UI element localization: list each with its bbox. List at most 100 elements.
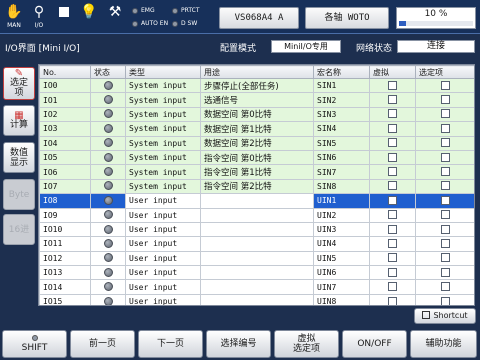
checkbox[interactable] (388, 138, 397, 148)
on-off-button[interactable]: ON/OFF (342, 330, 407, 358)
io-table[interactable]: No. 状态 类型 用途 宏名称 虚拟 选定项 IO0 System input 步… (38, 64, 475, 306)
shortcut-button[interactable]: Shortcut (414, 308, 476, 324)
calculate-button[interactable]: ▦ 计算 (3, 105, 35, 136)
cell-virtual[interactable] (369, 149, 416, 166)
select-item-button[interactable]: ✎ 选定 项 (3, 67, 35, 100)
aux-function-button[interactable]: 辅助功能 (410, 330, 477, 358)
checkbox[interactable] (441, 195, 450, 205)
checkbox[interactable] (441, 267, 450, 277)
cell-virtual[interactable] (369, 250, 416, 267)
cell-virtual[interactable] (369, 207, 416, 223)
checkbox[interactable] (441, 167, 450, 177)
cell-selected[interactable] (415, 293, 474, 305)
table-row[interactable]: IO1 System input 选通信号 SIN2 (39, 92, 474, 108)
table-row[interactable]: IO8 User input UIN1 (39, 193, 474, 209)
cell-selected[interactable] (415, 121, 474, 137)
table-row[interactable]: IO12 User input UIN5 (39, 250, 474, 267)
cell-virtual[interactable] (369, 121, 416, 137)
checkbox[interactable] (388, 95, 397, 105)
checkbox[interactable] (388, 253, 397, 263)
checkbox[interactable] (441, 123, 450, 133)
header-virtual[interactable]: 虚拟 (369, 65, 416, 79)
header-selected[interactable]: 选定项 (415, 65, 474, 79)
table-row[interactable]: IO0 System input 步骤停止(全部任务) SIN1 (39, 77, 474, 94)
cell-virtual[interactable] (369, 135, 416, 151)
shift-button[interactable]: SHIFT (2, 330, 67, 358)
checkbox[interactable] (388, 238, 397, 248)
cell-selected[interactable] (415, 221, 474, 238)
table-row[interactable]: IO15 User input UIN8 (39, 293, 474, 305)
checkbox[interactable] (388, 267, 397, 277)
cell-selected[interactable] (415, 265, 474, 281)
checkbox[interactable] (388, 210, 397, 220)
checkbox[interactable] (441, 210, 450, 220)
checkbox[interactable] (388, 181, 397, 191)
header-type[interactable]: 类型 (125, 65, 201, 79)
cell-selected[interactable] (415, 207, 474, 223)
byte-button[interactable]: Byte (3, 179, 35, 210)
cell-selected[interactable] (415, 250, 474, 267)
checkbox[interactable] (388, 109, 397, 119)
cell-virtual[interactable] (369, 293, 416, 305)
cell-selected[interactable] (415, 164, 474, 180)
cell-selected[interactable] (415, 279, 474, 295)
hex-button[interactable]: 16进 (3, 214, 35, 245)
checkbox[interactable] (441, 80, 450, 90)
cell-selected[interactable] (415, 77, 474, 94)
table-row[interactable]: IO3 System input 数据空间 第1比特 SIN4 (39, 121, 474, 137)
header-macro[interactable]: 宏名称 (313, 65, 370, 79)
table-row[interactable]: IO11 User input UIN4 (39, 236, 474, 252)
checkbox[interactable] (441, 238, 450, 248)
cell-virtual[interactable] (369, 106, 416, 123)
table-row[interactable]: IO13 User input UIN6 (39, 265, 474, 281)
cell-selected[interactable] (415, 149, 474, 166)
table-row[interactable]: IO10 User input UIN3 (39, 221, 474, 238)
checkbox[interactable] (441, 253, 450, 263)
cell-virtual[interactable] (369, 236, 416, 252)
checkbox[interactable] (388, 152, 397, 162)
cell-virtual[interactable] (369, 221, 416, 238)
cell-virtual[interactable] (369, 92, 416, 108)
checkbox[interactable] (388, 282, 397, 292)
checkbox[interactable] (388, 296, 397, 305)
checkbox[interactable] (441, 224, 450, 234)
virtual-select-button[interactable]: 虚拟 选定项 (274, 330, 339, 358)
checkbox[interactable] (441, 109, 450, 119)
cell-selected[interactable] (415, 178, 474, 195)
jog-mode-button[interactable]: 各轴 WOTO (305, 7, 389, 29)
speed-indicator[interactable]: 10 % (396, 7, 476, 29)
cell-selected[interactable] (415, 106, 474, 123)
hand-icon[interactable]: ✋ MAN (3, 2, 25, 32)
io-icon[interactable]: ⚲ I/O (28, 2, 50, 32)
robot-model-button[interactable]: VS068A4 A (219, 7, 299, 29)
checkbox[interactable] (441, 282, 450, 292)
checkbox[interactable] (388, 123, 397, 133)
checkbox[interactable] (441, 152, 450, 162)
cell-virtual[interactable] (369, 178, 416, 195)
lamp-icon[interactable]: 💡 (78, 2, 100, 32)
cell-selected[interactable] (415, 236, 474, 252)
table-row[interactable]: IO2 System input 数据空间 第0比特 SIN3 (39, 106, 474, 123)
wrench-icon[interactable]: ⚒ (104, 2, 126, 32)
checkbox[interactable] (388, 80, 397, 90)
table-row[interactable]: IO14 User input UIN7 (39, 279, 474, 295)
select-number-button[interactable]: 选择编号 (206, 330, 271, 358)
checkbox[interactable] (441, 296, 450, 305)
cell-selected[interactable] (415, 135, 474, 151)
checkbox[interactable] (388, 224, 397, 234)
next-page-button[interactable]: 下一页 (138, 330, 203, 358)
header-no[interactable]: No. (39, 65, 91, 79)
numeric-display-button[interactable]: 数值 显示 (3, 142, 35, 173)
table-row[interactable]: IO5 System input 指令空间 第0比特 SIN6 (39, 149, 474, 166)
cell-virtual[interactable] (369, 279, 416, 295)
checkbox[interactable] (388, 195, 397, 205)
checkbox[interactable] (441, 138, 450, 148)
cell-virtual[interactable] (369, 164, 416, 180)
stop-icon[interactable] (53, 2, 75, 32)
cell-virtual[interactable] (369, 193, 416, 209)
checkbox[interactable] (441, 95, 450, 105)
cell-virtual[interactable] (369, 265, 416, 281)
cell-selected[interactable] (415, 92, 474, 108)
header-purpose[interactable]: 用途 (200, 65, 314, 79)
table-row[interactable]: IO7 System input 指令空间 第2比特 SIN8 (39, 178, 474, 195)
